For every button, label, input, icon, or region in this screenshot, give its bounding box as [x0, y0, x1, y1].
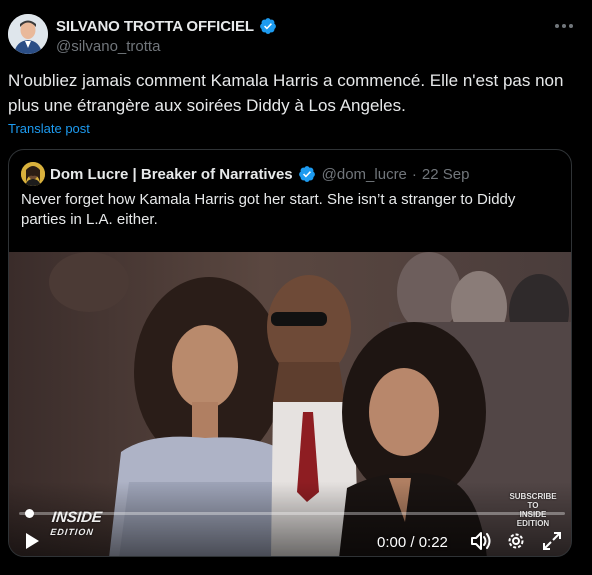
video-controls: 0:00 / 0:22 — [9, 524, 571, 556]
video-progress-knob[interactable] — [25, 509, 34, 518]
separator-dot: · — [411, 165, 417, 183]
author-block: SILVANO TROTTA OFFICIEL @silvano_trotta — [56, 16, 277, 55]
video-time: 0:00 / 0:22 — [377, 534, 448, 551]
watermark-subscribe: SUBSCRIBE TO INSIDE EDITION — [501, 492, 565, 528]
post-text: N'oubliez jamais comment Kamala Harris a… — [8, 71, 564, 115]
verified-badge-icon — [259, 17, 277, 35]
quoted-post-text: Never forget how Kamala Harris got her s… — [21, 191, 516, 228]
quoted-post[interactable]: Dom Lucre | Breaker of Narratives @dom_l… — [8, 149, 572, 557]
quoted-author-name[interactable]: Dom Lucre | Breaker of Narratives — [50, 166, 293, 183]
watermark-line: TO — [527, 501, 539, 510]
play-icon[interactable] — [21, 530, 43, 552]
quoted-author-handle[interactable]: @dom_lucre — [322, 166, 407, 183]
more-options-icon[interactable] — [552, 15, 576, 37]
quoted-post-date[interactable]: 22 Sep — [422, 166, 470, 183]
tweet: SILVANO TROTTA OFFICIEL @silvano_trotta … — [0, 0, 592, 575]
quoted-post-header: Dom Lucre | Breaker of Narratives @dom_l… — [21, 162, 469, 186]
verified-badge-icon — [298, 165, 316, 183]
fullscreen-icon[interactable] — [541, 530, 563, 552]
video-player[interactable]: INSIDE EDITION SUBSCRIBE TO INSIDE EDITI… — [9, 252, 571, 556]
translate-post-link[interactable]: Translate post — [8, 121, 90, 136]
settings-icon[interactable] — [505, 530, 527, 552]
volume-icon[interactable] — [469, 530, 493, 552]
watermark-line: SUBSCRIBE — [509, 492, 557, 501]
author-avatar[interactable] — [8, 14, 48, 54]
author-name[interactable]: SILVANO TROTTA OFFICIEL — [56, 18, 254, 35]
quoted-author-avatar[interactable] — [21, 162, 45, 186]
video-progress-bar[interactable] — [19, 509, 565, 518]
author-handle[interactable]: @silvano_trotta — [56, 38, 277, 55]
